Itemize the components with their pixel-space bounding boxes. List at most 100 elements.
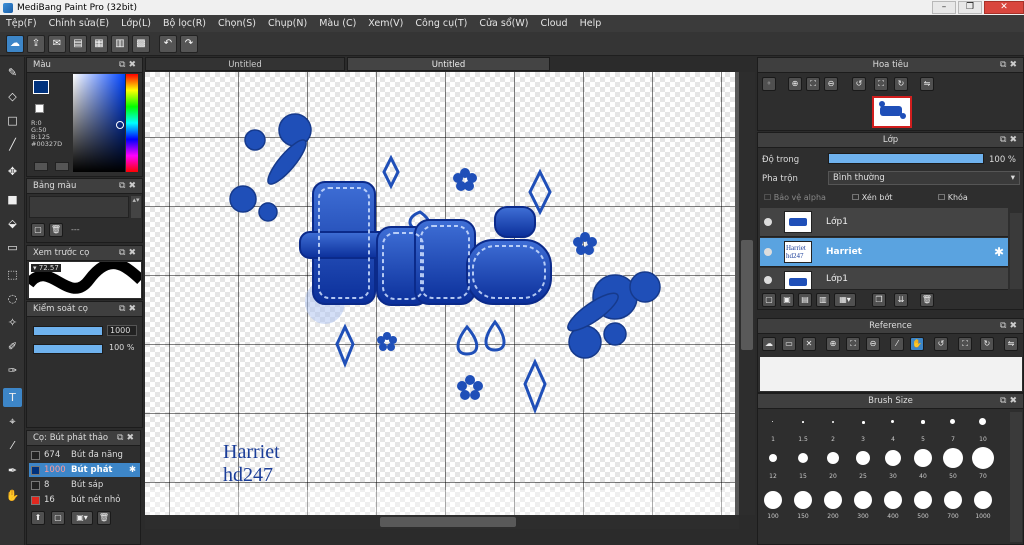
menu-file[interactable]: Tệp(F) — [0, 18, 43, 29]
palette-scroll[interactable]: ▴▾ — [131, 196, 141, 218]
palette-swatch-area[interactable] — [29, 196, 129, 218]
brush-tool-icon[interactable]: ✎ — [3, 63, 22, 82]
tab-untitled-1[interactable]: Untitled — [145, 57, 345, 71]
layer-opacity-slider[interactable] — [828, 153, 984, 164]
eraser-tool-icon[interactable]: ◇ — [3, 87, 22, 106]
brush-item[interactable]: 16 bút nét nhỏ — [29, 493, 140, 507]
move-tool-icon[interactable]: ✥ — [3, 162, 22, 181]
eyedropper-icon[interactable]: ⁄ — [890, 337, 904, 351]
flip-icon[interactable]: ⇋ — [920, 77, 934, 91]
brush-menu-icon[interactable]: ▣▾ — [71, 511, 93, 525]
brush-size-1-5[interactable]: 1.5 — [788, 409, 818, 445]
rotate-left-icon[interactable]: ↺ — [934, 337, 948, 351]
reset-view-icon[interactable]: ⛶ — [874, 77, 888, 91]
panel-controls-icon[interactable]: ⧉✖ — [1000, 319, 1020, 333]
brush-size-700[interactable]: 700 — [938, 487, 968, 527]
brush-size-slider[interactable] — [33, 326, 103, 336]
brush-size-scrollbar[interactable] — [1010, 412, 1022, 542]
zoom-out-icon[interactable]: ⊖ — [866, 337, 880, 351]
menu-filter[interactable]: Bộ lọc(R) — [157, 18, 212, 29]
brush-size-12[interactable]: 12 — [758, 445, 788, 485]
vertical-scroll-thumb[interactable] — [741, 240, 753, 350]
panel-controls-icon[interactable]: ⧉✖ — [119, 58, 139, 72]
hand-icon[interactable]: ✋ — [910, 337, 924, 351]
new-layer-icon[interactable]: ▢ — [762, 293, 776, 307]
eyedropper-icon[interactable]: ⁄ — [3, 436, 22, 455]
brush-size-300[interactable]: 300 — [848, 487, 878, 527]
panel-controls-icon[interactable]: ⧉✖ — [117, 431, 137, 445]
zoom-out-small-icon[interactable]: ◦ — [762, 77, 776, 91]
rotate-right-icon[interactable]: ↻ — [980, 337, 994, 351]
brush-size-1[interactable]: 1 — [758, 409, 788, 445]
gear-icon[interactable]: ✱ — [129, 463, 136, 477]
menu-window[interactable]: Cửa sổ(W) — [473, 18, 534, 29]
cloud-download-icon[interactable]: ☁ — [762, 337, 776, 351]
brush-size-150[interactable]: 150 — [788, 487, 818, 527]
reference-view[interactable] — [760, 357, 1022, 391]
blend-mode-select[interactable]: Bình thường ▾ — [828, 171, 1020, 185]
white-swatch[interactable] — [35, 104, 44, 113]
new-layer-8bit-icon[interactable]: ▤ — [798, 293, 812, 307]
open-folder-icon[interactable]: ▭ — [782, 337, 796, 351]
redo-icon[interactable]: ↷ — [180, 34, 198, 53]
text-tool-icon[interactable]: T — [3, 388, 22, 407]
close-button[interactable]: ✕ — [984, 1, 1024, 14]
brush-opacity-slider[interactable] — [33, 344, 103, 354]
duplicate-layer-icon[interactable]: ❐ — [872, 293, 886, 307]
clipping-checkbox[interactable]: ☐ Xén bớt — [852, 193, 892, 202]
protect-alpha-checkbox[interactable]: ☐ Bảo vệ alpha — [764, 193, 826, 202]
fill-rect-icon[interactable]: ■ — [3, 190, 22, 209]
close-reference-icon[interactable]: ✕ — [802, 337, 816, 351]
flip-icon[interactable]: ⇋ — [1004, 337, 1018, 351]
zoom-out-icon[interactable]: ⊖ — [824, 77, 838, 91]
line-tool-icon[interactable]: ╱ — [3, 135, 22, 154]
menu-color[interactable]: Màu (C) — [313, 18, 362, 29]
rotate-right-icon[interactable]: ↻ — [894, 77, 908, 91]
palette-name-field[interactable]: --- — [71, 225, 80, 234]
layer-menu-icon[interactable]: ▦▾ — [834, 293, 856, 307]
brush-size-20[interactable]: 20 — [818, 445, 848, 485]
navigator-thumbnail[interactable] — [872, 96, 912, 128]
pen-icon[interactable]: ✒ — [3, 461, 22, 480]
fit-icon[interactable]: ⛶ — [846, 337, 860, 351]
undo-icon[interactable]: ↶ — [159, 34, 177, 53]
panel-controls-icon[interactable]: ⧉✖ — [119, 302, 139, 316]
fit-icon[interactable]: ⛶ — [806, 77, 820, 91]
panel-controls-icon[interactable]: ⧉✖ — [1000, 394, 1020, 408]
menu-cloud[interactable]: Cloud — [534, 18, 573, 29]
brush-size-4[interactable]: 4 — [878, 409, 908, 445]
tiles-icon[interactable]: ▩ — [132, 34, 150, 53]
gradient-icon[interactable]: ▭ — [3, 238, 22, 257]
bucket-icon[interactable]: ⬙ — [3, 214, 22, 233]
grid-layout-icon[interactable]: ▥ — [111, 34, 129, 53]
foreground-color-swatch[interactable] — [33, 80, 49, 94]
gear-icon[interactable]: ✱ — [994, 245, 1004, 259]
new-brush-icon[interactable]: ▢ — [51, 511, 65, 525]
brush-size-value[interactable]: 1000 — [107, 325, 137, 336]
layer-list-scrollbar[interactable] — [1010, 213, 1022, 289]
add-brush-icon[interactable]: ⬆ — [31, 511, 45, 525]
new-layer-folder-icon[interactable]: ▥ — [816, 293, 830, 307]
panel-controls-icon[interactable]: ⧉✖ — [1000, 58, 1020, 72]
brush-item[interactable]: 674 Bút đa năng — [29, 448, 140, 462]
hand-icon[interactable]: ✋ — [3, 486, 22, 505]
zoom-in-icon[interactable]: ⊕ — [788, 77, 802, 91]
brush-size-1000[interactable]: 1000 — [968, 487, 998, 527]
delete-palette-icon[interactable]: 🗑 — [49, 223, 63, 237]
cloud-icon[interactable]: ☁ — [6, 34, 24, 53]
brush-size-7[interactable]: 7 — [938, 409, 968, 445]
rect-tool-icon[interactable]: □ — [3, 111, 22, 130]
new-layer-1bit-icon[interactable]: ▣ — [780, 293, 794, 307]
maximize-button[interactable]: ❐ — [958, 1, 982, 14]
eye-icon[interactable] — [764, 276, 772, 284]
layer-row-selected[interactable]: Harriet hd247 Harriet ✱ — [760, 238, 1008, 267]
eye-icon[interactable] — [764, 248, 772, 256]
magic-wand-icon[interactable]: ✧ — [3, 313, 22, 332]
panel-controls-icon[interactable]: ⧉✖ — [1000, 133, 1020, 147]
brush-size-200[interactable]: 200 — [818, 487, 848, 527]
color-swap-button[interactable] — [55, 162, 69, 171]
horizontal-scroll-thumb[interactable] — [380, 517, 516, 527]
menu-edit[interactable]: Chỉnh sửa(E) — [43, 18, 116, 29]
minimize-button[interactable]: – — [932, 1, 956, 14]
brush-opacity-value[interactable]: 100 % — [107, 343, 137, 354]
